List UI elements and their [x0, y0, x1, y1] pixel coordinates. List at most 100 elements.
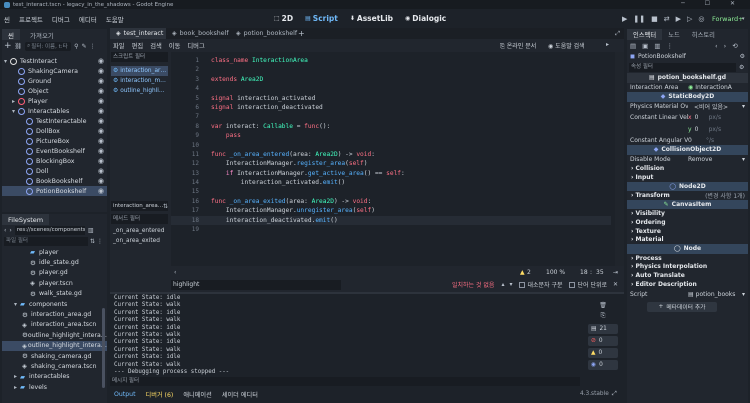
scene-node[interactable]: ShakingCamera ◉	[2, 66, 107, 76]
tab-scene[interactable]: 씬	[2, 29, 20, 40]
menu-item[interactable]: 씬	[4, 14, 10, 24]
interaction-area-value[interactable]: InteractionA	[695, 84, 732, 91]
code-line[interactable]: 6 signal interaction_deactivated	[171, 103, 611, 112]
bottom-tab[interactable]: 디버거 (6)	[146, 390, 174, 399]
workspace-script[interactable]: ▤ Script	[305, 14, 338, 23]
code-line[interactable]: 19	[171, 225, 611, 234]
disable-mode-value[interactable]: Remove	[688, 156, 712, 163]
scene-node[interactable]: ▸ Player ◉	[2, 96, 107, 106]
object-menu-icon[interactable]: ⚙	[740, 53, 745, 60]
trash-icon[interactable]: 🗑	[588, 302, 618, 312]
output-count-toggle[interactable]: ▤ 21	[588, 324, 618, 334]
visibility-eye-icon[interactable]: ◉	[98, 137, 104, 145]
physics-material-dropdown-icon[interactable]: ▾	[742, 103, 745, 110]
file-item[interactable]: ⚙ idle_state.gd	[2, 257, 107, 267]
add-node-icon[interactable]: +	[4, 41, 12, 51]
script-menu-item[interactable]: 디버그	[187, 41, 204, 50]
distraction-free-icon[interactable]: ⤢	[615, 30, 620, 38]
scene-node[interactable]: ▾ Interactables ◉	[2, 106, 107, 116]
code-line[interactable]: 11 func _on_area_entered(area: Area2D) ->…	[171, 150, 611, 159]
code-line[interactable]: 2	[171, 65, 611, 74]
script-list-item[interactable]: ⚙ outline_highli…	[111, 86, 168, 96]
indent-mode-icon[interactable]: ⇥	[613, 269, 618, 276]
play-icon[interactable]: ▶	[622, 15, 627, 23]
file-item[interactable]: ◈ shaking_camera.tscn	[2, 361, 107, 371]
bottom-tab[interactable]: Output	[114, 391, 136, 398]
visibility-eye-icon[interactable]: ◉	[98, 77, 104, 85]
visibility-eye-icon[interactable]: ◉	[98, 87, 104, 95]
menu-icon[interactable]: ⋮	[90, 43, 96, 50]
remote-debug-icon[interactable]: ⇄	[664, 15, 670, 23]
scene-node[interactable]: DollBox ◉	[2, 126, 107, 136]
script-dropdown-icon[interactable]: ▾	[742, 291, 745, 298]
scene-node[interactable]: PotionBookshelf ◉	[2, 186, 107, 196]
link-icon[interactable]: ⛓	[15, 43, 23, 50]
save-resource-icon[interactable]: ▥	[654, 42, 660, 50]
code-line[interactable]: 12 InteractionManager.register_area(self…	[171, 159, 611, 168]
visibility-category[interactable]: › Visibility	[627, 209, 748, 218]
auto-translate-category[interactable]: › Auto Translate	[627, 271, 748, 280]
input-category[interactable]: › Input	[627, 173, 748, 182]
inspector-tab[interactable]: 노드	[662, 29, 686, 40]
physics-interpolation-category[interactable]: › Physics Interpolation	[627, 262, 748, 271]
tab-filesystem[interactable]: FileSystem	[2, 214, 50, 225]
path-field[interactable]: res://scenes/components/o	[14, 226, 85, 235]
find-close-icon[interactable]: ✕	[613, 281, 618, 288]
file-item[interactable]: ⚙ shaking_camera.gd	[2, 351, 107, 361]
pause-icon[interactable]: ❚❚	[633, 15, 645, 23]
load-resource-icon[interactable]: ▣	[642, 42, 648, 50]
workspace-assetlib[interactable]: ⬇ AssetLib	[350, 14, 393, 23]
renderer-select[interactable]: Forward+	[712, 15, 744, 23]
tab-import[interactable]: 가져오기	[20, 29, 60, 40]
menu-item[interactable]: 프로젝트	[19, 14, 43, 24]
visibility-eye-icon[interactable]: ◉	[98, 157, 104, 165]
visibility-eye-icon[interactable]: ◉	[98, 177, 104, 185]
scene-node[interactable]: Ground ◉	[2, 76, 107, 86]
material-category[interactable]: › Material	[627, 235, 748, 244]
staticbody2d-section[interactable]: ◆ StaticBody2D	[627, 92, 748, 102]
node2d-section[interactable]: ◯ Node2D	[627, 181, 748, 192]
script-menu-item[interactable]: 검색	[150, 41, 162, 50]
script-tab[interactable]: ◈ book_bookshelf	[166, 28, 230, 39]
attach-script-icon[interactable]: ✎	[82, 43, 87, 50]
process-category[interactable]: › Process	[627, 254, 748, 263]
output-count-toggle[interactable]: ◉ 0	[588, 360, 618, 370]
code-line[interactable]: 4	[171, 84, 611, 93]
code-line[interactable]: 1 class_name InteractionArea	[171, 56, 611, 65]
code-line[interactable]: 16 func _on_area_exited(area: Area2D) -> …	[171, 197, 611, 206]
find-next-icon[interactable]: ▾	[509, 281, 512, 288]
find-input[interactable]: highlight	[171, 279, 341, 290]
fs-filter-input[interactable]: 파일 필터	[4, 237, 88, 246]
forward-icon[interactable]: ›	[9, 227, 11, 234]
canvasitem-section[interactable]: ✎ CanvasItem	[627, 199, 748, 210]
scene-node[interactable]: ▾ TestInteract ◉	[2, 56, 107, 66]
workspace-dialogic[interactable]: ◉ Dialogic	[405, 14, 446, 23]
history-back-icon[interactable]: ‹	[715, 42, 718, 50]
zoom-level[interactable]: 100 %	[546, 269, 565, 276]
code-line[interactable]: 3 extends Area2D	[171, 75, 611, 84]
inspected-object[interactable]: PotionBookshelf	[638, 53, 686, 60]
toggle-scripts-icon[interactable]: ‹	[174, 269, 176, 276]
file-item[interactable]: ◈ player.tscn	[2, 278, 107, 288]
output-count-toggle[interactable]: ⊘ 0	[588, 336, 618, 346]
scene-node[interactable]: TestInteractable ◉	[2, 116, 107, 126]
minimap[interactable]	[615, 52, 624, 266]
visibility-eye-icon[interactable]: ◉	[98, 187, 104, 195]
method-filter-input[interactable]: 메서드 필터	[111, 214, 168, 224]
scene-node[interactable]: BookBookshelf ◉	[2, 176, 107, 186]
output-count-toggle[interactable]: ▲ 0	[588, 348, 618, 358]
warning-count[interactable]: 2	[527, 269, 531, 276]
code-line[interactable]: 18 interaction_deactivated.emit()	[171, 215, 611, 226]
back-icon[interactable]: ‹	[4, 227, 6, 234]
file-item[interactable]: ⚙ interaction_area.gd	[2, 309, 107, 319]
visibility-eye-icon[interactable]: ◉	[98, 117, 104, 125]
filter-options-icon[interactable]: ⚲	[74, 43, 78, 50]
add-metadata-button[interactable]: + 메타데이터 추가	[647, 301, 717, 312]
history-icon[interactable]: ⟲	[732, 42, 737, 50]
script-tab[interactable]: ◈ potion_bookshelf	[230, 28, 297, 39]
play-scene-icon[interactable]: ▶	[676, 15, 681, 23]
whole-words-checkbox[interactable]	[568, 281, 575, 288]
visibility-eye-icon[interactable]: ◉	[98, 67, 104, 75]
method-item[interactable]: _on_area_exited	[111, 236, 164, 246]
file-item[interactable]: ▰ player	[2, 247, 107, 257]
